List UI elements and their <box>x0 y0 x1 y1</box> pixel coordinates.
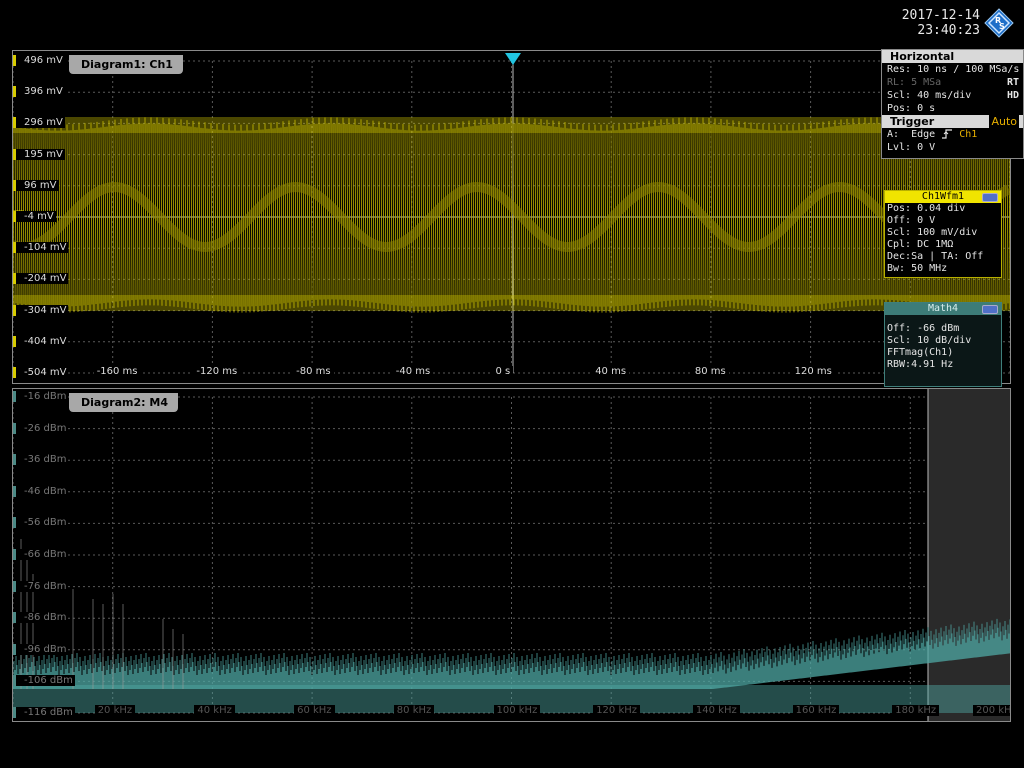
ch1-panel-title: Ch1Wfm1 <box>921 191 965 202</box>
position-row: Pos: 0 s <box>887 103 936 114</box>
y-axis-label: -46 dBm <box>13 485 69 497</box>
math4-row-off: Off: -66 dBm <box>887 323 960 334</box>
x-axis-label: 80 kHz <box>393 705 435 716</box>
math4-row-rbw: RBW:4.91 Hz <box>887 359 954 370</box>
trigger-type: Edge <box>911 129 936 140</box>
time-text: 23:40:23 <box>917 23 980 38</box>
trigger-position-marker[interactable] <box>505 53 521 65</box>
y-axis-label: -16 dBm <box>13 391 69 402</box>
ch1-row-pos: Pos: 0.04 div <box>887 203 966 214</box>
trigger-header[interactable]: Trigger Auto <box>882 115 1023 128</box>
fft-spectrum <box>13 539 1010 713</box>
x-axis-label: 160 kHz <box>792 705 840 716</box>
diagram2-title-tab[interactable]: Diagram2: M4 <box>69 393 178 412</box>
y-axis-label: -204 mV <box>13 273 69 285</box>
x-axis-label: 20 kHz <box>94 705 136 716</box>
x-axis-label: 180 kHz <box>892 705 940 716</box>
y-axis-label: -404 mV <box>13 335 69 347</box>
math4-panel-header[interactable]: Math4 <box>885 303 1001 315</box>
y-axis-label: 296 mV <box>13 117 65 129</box>
diagram2-plot[interactable] <box>13 389 1010 721</box>
diagram2-spectrum[interactable]: Diagram2: M4 -16 dBm -26 dBm -36 dBm -46 dB… <box>12 388 1011 722</box>
diagram1-plot[interactable] <box>13 51 1010 383</box>
x-axis-label: 100 kHz <box>493 705 541 716</box>
rs-logo-icon: R S <box>984 8 1014 38</box>
resolution-row: Res: 10 ns / 100 MSa/s <box>887 64 1020 75</box>
y-axis-label: -96 dBm <box>13 643 69 655</box>
math4-panel[interactable]: Math4 Off: -66 dBm Scl: 10 dB/div FFTmag… <box>884 302 1002 387</box>
minimize-icon[interactable] <box>982 193 998 202</box>
trigger-title: Trigger <box>890 115 935 128</box>
math4-row-scl: Scl: 10 dB/div <box>887 335 972 346</box>
ch1-row-off: Off: 0 V <box>887 215 936 226</box>
trigger-mode[interactable]: Auto <box>989 115 1019 128</box>
y-axis-label: -504 mV <box>13 367 69 378</box>
y-axis-label: -104 mV <box>13 242 69 254</box>
y-axis-label: -26 dBm <box>13 422 69 434</box>
trigger-source-row: A: Edge Ch1 <box>882 128 1023 141</box>
svg-text:S: S <box>999 22 1005 31</box>
x-axis-label: -160 ms <box>93 366 141 377</box>
ch1-waveform <box>13 117 1010 313</box>
y-axis-label: -76 dBm <box>13 580 69 592</box>
y-axis-label: -4 mV <box>13 211 56 222</box>
y-axis-label: -116 dBm <box>13 707 75 718</box>
diagram1-title-tab[interactable]: Diagram1: Ch1 <box>69 55 183 74</box>
y-axis-label: -66 dBm <box>13 549 69 560</box>
x-axis-label: -80 ms <box>293 366 334 377</box>
x-axis-label: 0 s <box>492 366 514 377</box>
trigger-source: Ch1 <box>959 129 978 140</box>
x-axis-label: 200 kHz <box>973 705 1010 716</box>
ch1-row-cpl: Cpl: DC 1MΩ <box>887 239 954 250</box>
y-axis-label: 496 mV <box>13 55 65 66</box>
diagram1-time-domain[interactable]: Diagram1: Ch1 496 mV 396 mV 296 mV 195 mV 96… <box>12 50 1011 384</box>
ch1-row-bw: Bw: 50 MHz <box>887 263 948 274</box>
x-axis-label: 80 ms <box>691 366 729 377</box>
x-axis-label: -40 ms <box>392 366 434 377</box>
x-axis-label: 120 kHz <box>593 705 641 716</box>
out-of-range-shade <box>928 389 1010 721</box>
ch1-waveform-panel[interactable]: Ch1Wfm1 Pos: 0.04 div Off: 0 V Scl: 100 … <box>884 190 1002 278</box>
ch1-panel-header[interactable]: Ch1Wfm1 <box>885 191 1001 203</box>
y-axis-label: -106 dBm <box>13 675 75 687</box>
horizontal-header[interactable]: Horizontal <box>882 50 1023 63</box>
record-length-text: RL: 5 MSa <box>887 77 942 88</box>
hd-tag: HD <box>1006 90 1019 101</box>
math4-row-func: FFTmag(Ch1) <box>887 347 954 358</box>
scale-text: Scl: 40 ms/div <box>887 90 972 101</box>
y-axis-label: 396 mV <box>13 86 65 98</box>
record-length-row: RL: 5 MSa RT <box>882 76 1023 89</box>
rt-tag: RT <box>1006 77 1019 88</box>
x-axis-label: 140 kHz <box>692 705 740 716</box>
x-axis-label: 40 kHz <box>194 705 235 716</box>
x-axis-label: 60 kHz <box>294 705 335 716</box>
y-axis-label: -304 mV <box>13 304 69 316</box>
ch1-row-scl: Scl: 100 mV/div <box>887 227 978 238</box>
ch1-row-dec: Dec:Sa | TA: Off <box>887 251 984 262</box>
x-axis-label: -120 ms <box>193 366 241 377</box>
y-axis-label: -56 dBm <box>13 517 69 529</box>
y-axis-label: 96 mV <box>13 179 59 191</box>
y-axis-label: -86 dBm <box>13 612 69 624</box>
scale-row: Scl: 40 ms/div HD <box>882 89 1023 102</box>
x-axis-label: 40 ms <box>592 366 630 377</box>
y-axis-label: 195 mV <box>13 148 65 160</box>
minimize-icon[interactable] <box>982 305 998 314</box>
math4-panel-title: Math4 <box>927 303 959 314</box>
trigger-a-label: A: <box>887 129 900 140</box>
y-axis-label: -36 dBm <box>13 454 69 466</box>
rising-edge-icon <box>941 129 959 140</box>
date-text: 2017-12-14 <box>901 8 980 23</box>
x-axis-label: 120 ms <box>791 366 835 377</box>
trigger-level-row: Lvl: 0 V <box>887 142 936 153</box>
horizontal-trigger-panel[interactable]: Horizontal Res: 10 ns / 100 MSa/s RL: 5 … <box>881 49 1024 159</box>
date-time-display: 2017-12-14 23:40:23 <box>878 8 980 38</box>
